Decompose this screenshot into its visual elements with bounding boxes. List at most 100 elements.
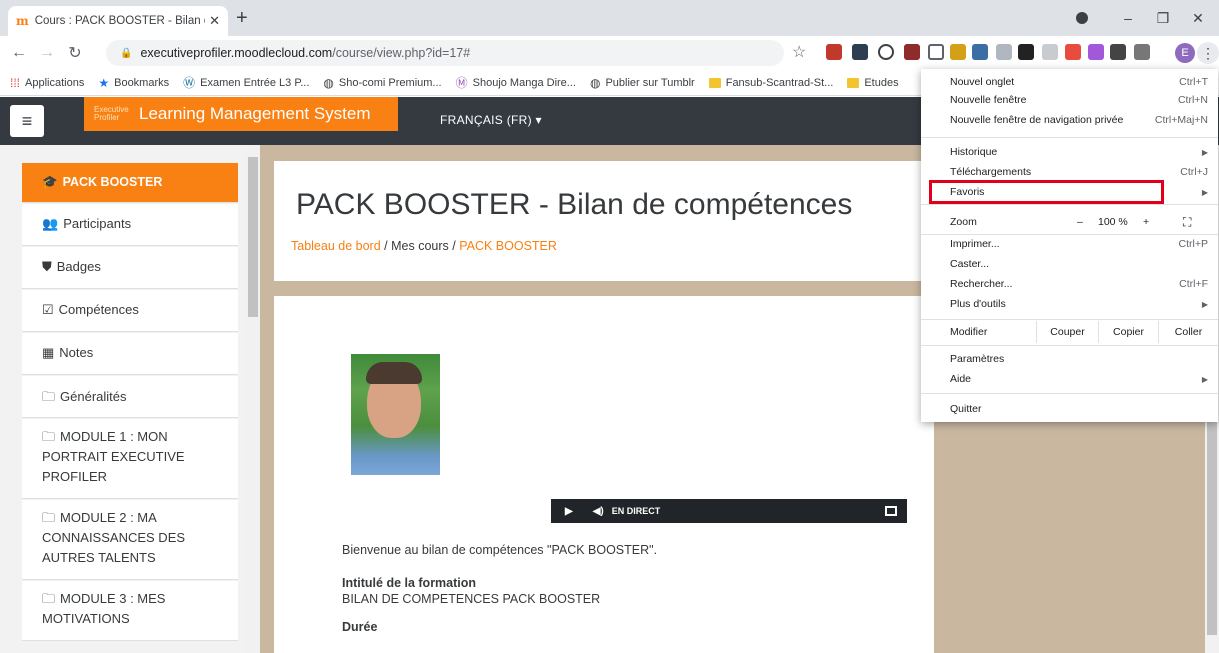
section-title-formation: Intitulé de la formation (342, 576, 477, 590)
menu-zoom: Zoom – 100 % + ⛶ (950, 214, 1192, 230)
menu-cast[interactable]: Caster... (921, 255, 1218, 273)
submenu-arrow-icon: ▶ (1201, 299, 1208, 309)
paste-button[interactable]: Coller (1158, 321, 1218, 343)
tab-close-icon[interactable]: ✕ (209, 13, 220, 29)
extension-icon[interactable] (826, 44, 842, 60)
hair-shape (366, 362, 422, 384)
menu-downloads[interactable]: Téléchargements Ctrl+J (921, 163, 1218, 181)
extension-icon[interactable] (1065, 44, 1081, 60)
breadcrumb-my-courses[interactable]: Mes cours (391, 239, 449, 253)
extension-icon[interactable] (852, 44, 868, 60)
zoom-in-button[interactable]: + (1143, 216, 1149, 228)
breadcrumb-dashboard[interactable]: Tableau de bord (291, 239, 381, 253)
chrome-menu-kebab-icon[interactable]: ⋮ (1197, 42, 1219, 64)
back-icon[interactable]: ← (8, 44, 30, 62)
executive-profiler-logo: Executive Profiler (94, 105, 129, 122)
volume-icon[interactable]: ◀) (593, 506, 604, 517)
drawer-scrollbar[interactable] (246, 145, 260, 653)
drawer-item-badges[interactable]: ⛊ Badges (22, 247, 238, 289)
folder-icon: 🗀 (42, 429, 56, 444)
drawer-item-generalites[interactable]: 🗀 Généralités (22, 376, 238, 418)
url-path: /course/view.php?id=17# (332, 46, 471, 60)
menu-new-tab[interactable]: Nouvel onglet Ctrl+T (921, 73, 1218, 91)
menu-print[interactable]: Imprimer... Ctrl+P (921, 235, 1218, 253)
bookmark-examen[interactable]: Ⓦ Examen Entrée L3 P... (183, 74, 309, 91)
folder-icon: 🗀 (42, 510, 56, 525)
extension-icon[interactable] (950, 44, 966, 60)
menu-edit-label: Modifier (950, 326, 988, 338)
extensions-puzzle-icon[interactable] (1110, 44, 1126, 60)
submenu-arrow-icon: ▶ (1201, 374, 1208, 384)
profile-dot-icon[interactable] (1059, 0, 1105, 36)
globe-icon: ◍ (589, 75, 601, 90)
brand-name: Learning Management System (139, 104, 371, 123)
menu-history[interactable]: Historique ▶ (921, 143, 1218, 161)
new-tab-button[interactable]: + (236, 8, 248, 28)
extension-icon[interactable] (996, 44, 1012, 60)
menu-find[interactable]: Rechercher... Ctrl+F (921, 275, 1218, 293)
breadcrumb-separator: / (384, 239, 388, 253)
cut-button[interactable]: Couper (1036, 321, 1098, 343)
drawer-item-module-2[interactable]: 🗀 MODULE 2 : MA CONNAISSANCES DES AUTRES … (22, 500, 238, 580)
chrome-menu: Nouvel onglet Ctrl+T Nouvelle fenêtre Ctrl… (921, 69, 1218, 422)
section-title-duree: Durée (342, 620, 378, 634)
bookmark-shoujo[interactable]: Ⓜ Shoujo Manga Dire... (456, 74, 576, 91)
reload-icon[interactable]: ↻ (64, 43, 86, 63)
menu-new-window[interactable]: Nouvelle fenêtre Ctrl+N (921, 91, 1218, 109)
address-bar[interactable]: 🔒 executiveprofiler.moodlecloud.com/cour… (106, 40, 784, 66)
users-icon: 👥 (42, 216, 59, 231)
zoom-highlight-box (929, 180, 1164, 204)
extension-icon[interactable] (1018, 44, 1034, 60)
menu-quit[interactable]: Quitter (921, 400, 1218, 418)
breadcrumb-current[interactable]: PACK BOOSTER (459, 239, 557, 253)
play-icon[interactable]: ▶ (565, 506, 573, 517)
bookmark-sho-comi[interactable]: ◍ Sho-comi Premium... (323, 76, 441, 90)
close-window-button[interactable]: ✕ (1175, 0, 1219, 36)
extension-icon[interactable] (1134, 44, 1150, 60)
copy-button[interactable]: Copier (1098, 321, 1158, 343)
bookmark-etudes[interactable]: Etudes (847, 77, 899, 89)
folder-icon (847, 77, 860, 88)
tab-title: Cours : PACK BOOSTER - Bilan de (34, 15, 206, 27)
breadcrumb-separator: / (452, 239, 456, 253)
bookmark-star-icon[interactable]: ☆ (792, 42, 806, 62)
drawer-scroll-thumb[interactable] (248, 157, 258, 317)
browser-tab[interactable]: m Cours : PACK BOOSTER - Bilan de ✕ (8, 6, 228, 36)
drawer-toggle-hamburger-icon[interactable]: ≡ (10, 105, 44, 137)
picture-in-picture-icon[interactable] (885, 506, 897, 516)
instructor-photo (351, 354, 440, 475)
globe-icon: ◍ (323, 75, 334, 90)
extension-icon[interactable] (928, 44, 944, 60)
fullscreen-icon[interactable]: ⛶ (1183, 215, 1191, 230)
table-icon: ▦ (42, 345, 55, 360)
bookmark-fansub[interactable]: Fansub-Scantrad-St... (708, 77, 833, 89)
extension-icon[interactable] (972, 44, 988, 60)
moodle-favicon-icon: m (16, 14, 29, 28)
drawer-item-module-3[interactable]: 🗀 MODULE 3 : MES MOTIVATIONS (22, 581, 238, 641)
menu-help[interactable]: Aide ▶ (921, 370, 1218, 388)
drawer-item-participants[interactable]: 👥 Participants (22, 204, 238, 246)
bookmark-applications[interactable]: ⁞⁞⁞ Applications (10, 76, 84, 90)
forward-icon[interactable]: → (36, 44, 58, 62)
profile-avatar[interactable]: E (1175, 43, 1195, 63)
extension-icon[interactable] (1088, 44, 1104, 60)
extension-icon[interactable] (878, 44, 894, 60)
extension-icon[interactable] (1042, 44, 1058, 60)
menu-settings[interactable]: Paramètres (921, 350, 1218, 368)
menu-incognito[interactable]: Nouvelle fenêtre de navigation privée Ctr… (921, 111, 1218, 129)
bookmark-tumblr[interactable]: ◍ Publier sur Tumblr (590, 76, 695, 90)
zoom-out-button[interactable]: – (1077, 216, 1083, 228)
drawer-item-notes[interactable]: ▦ Notes (22, 333, 238, 375)
drawer-item-course[interactable]: 🎓 PACK BOOSTER (22, 163, 238, 203)
page-title: PACK BOOSTER - Bilan de compétences (296, 188, 853, 221)
extension-icon[interactable] (904, 44, 920, 60)
bookmark-bookmarks[interactable]: ★ Bookmarks (98, 76, 169, 90)
submenu-arrow-icon: ▶ (1201, 187, 1208, 197)
menu-more-tools[interactable]: Plus d'outils ▶ (921, 295, 1218, 313)
zoom-level: 100 % (1098, 216, 1128, 228)
drawer-item-competences[interactable]: ☑ Compétences (22, 290, 238, 332)
site-brand[interactable]: Executive Profiler Learning Management Sy… (84, 97, 398, 131)
drawer-item-module-1[interactable]: 🗀 MODULE 1 : MON PORTRAIT EXECUTIVE PROFI… (22, 419, 238, 499)
nav-drawer: 🎓 PACK BOOSTER 👥 Participants ⛊ Badges ☑ Com… (0, 145, 246, 653)
language-menu[interactable]: FRANÇAIS (FR) ▾ (440, 113, 542, 127)
